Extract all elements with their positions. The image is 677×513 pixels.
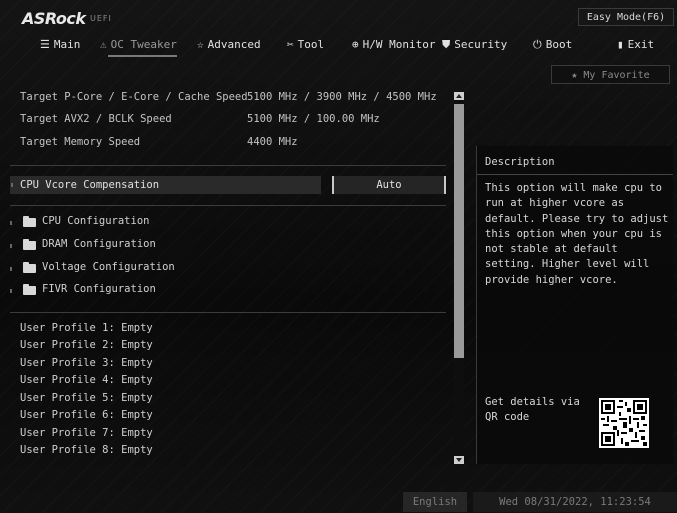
language-selector[interactable]: English [403,492,467,512]
tab-oc-tweaker[interactable]: ⚠ OC Tweaker [100,36,177,58]
oc-icon: ⚠ [100,38,107,51]
info-label: Target P-Core / E-Core / Cache Speed [20,91,248,103]
description-divider [477,174,673,175]
description-panel: Description This option will make cpu to… [476,146,673,464]
tab-hw-monitor-label: H/W Monitor [362,38,436,51]
tab-security[interactable]: ⛊ Security [442,36,507,58]
folder-label: FIVR Configuration [42,283,156,295]
star-icon: ☆ [197,38,204,51]
info-label: Target Memory Speed [20,136,141,148]
tool-icon: ✂ [287,38,294,51]
my-favorite-button[interactable]: ★ My Favorite [551,65,670,84]
vcore-compensation-text: CPU Vcore Compensation [20,179,160,191]
monitor-icon: ⊕ [352,38,359,51]
scroll-up-arrow-icon[interactable] [454,92,464,100]
folder-icon [23,239,36,250]
info-row-memory-speed: Target Memory Speed 4400 MHz [20,136,298,152]
user-profile-1[interactable]: User Profile 1: Empty [20,322,153,338]
tab-oc-tweaker-label: OC Tweaker [110,38,177,51]
my-favorite-label: My Favorite [583,70,650,81]
user-profile-4[interactable]: User Profile 4: Empty [20,374,153,390]
folder-icon [23,262,36,273]
description-text: This option will make cpu to run at high… [485,182,669,286]
uefi-label: UEFI [90,14,112,23]
list-icon: ☰ [40,38,50,51]
tab-exit[interactable]: ▮ Exit [617,36,654,58]
user-profile-8[interactable]: User Profile 8: Empty [20,444,153,460]
description-title: Description [485,156,555,168]
row-marker [10,221,12,225]
folder-icon [23,216,36,227]
tab-advanced[interactable]: ☆ Advanced [197,36,261,58]
scrollbar[interactable] [454,92,464,464]
tab-tool[interactable]: ✂ Tool [287,36,324,58]
row-marker [10,244,12,248]
scroll-down-arrow-icon[interactable] [454,456,464,464]
user-profile-5[interactable]: User Profile 5: Empty [20,392,153,408]
folder-label: CPU Configuration [42,215,150,227]
qr-code-icon [599,398,649,448]
vcore-compensation-label[interactable]: CPU Vcore Compensation [10,176,321,194]
info-value: 5100 MHz / 3900 MHz / 4500 MHz [247,91,437,103]
user-profile-3[interactable]: User Profile 3: Empty [20,357,153,373]
folder-label: Voltage Configuration [42,261,175,273]
asrock-logo: ASRock [22,9,86,28]
row-marker [10,289,12,293]
datetime-display: Wed 08/31/2022, 11:23:54 [473,492,677,512]
main-menu: ☰ Main ⚠ OC Tweaker ☆ Advanced ✂ Tool ⊕ H/W M… [0,36,677,58]
favorite-star-icon: ★ [571,70,578,81]
exit-icon: ▮ [617,38,624,51]
divider [10,312,446,313]
tab-exit-label: Exit [627,38,655,51]
folder-icon [23,284,36,295]
info-value: 5100 MHz / 100.00 MHz [247,113,380,125]
info-value: 4400 MHz [247,136,298,148]
tab-hw-monitor[interactable]: ⊕ H/W Monitor [352,36,435,58]
shield-icon: ⛊ [442,38,451,51]
divider [10,165,446,166]
tab-boot-label: Boot [545,38,573,51]
divider [10,205,446,206]
easy-mode-button[interactable]: Easy Mode(F6) [578,8,674,26]
info-label: Target AVX2 / BCLK Speed [20,113,172,125]
row-marker [11,183,13,187]
header: ASRock UEFI Easy Mode(F6) ☰ Main ⚠ OC Twea… [0,0,677,62]
user-profile-7[interactable]: User Profile 7: Empty [20,427,153,443]
tab-tool-label: Tool [297,38,325,51]
tab-main[interactable]: ☰ Main [40,36,80,58]
scroll-thumb[interactable] [454,104,464,358]
tab-advanced-label: Advanced [207,38,261,51]
vcore-compensation-row[interactable]: CPU Vcore Compensation Auto [10,176,446,194]
info-row-avx2-bclk: Target AVX2 / BCLK Speed 5100 MHz / 100.… [20,113,380,129]
vcore-compensation-select[interactable]: Auto [332,176,446,194]
tab-security-label: Security [454,38,508,51]
qr-label: Get details via QR code [485,396,580,423]
power-icon: ⏻ [533,38,542,51]
info-row-core-speed: Target P-Core / E-Core / Cache Speed 510… [20,91,437,107]
user-profile-6[interactable]: User Profile 6: Empty [20,409,153,425]
tab-main-label: Main [53,38,81,51]
user-profile-2[interactable]: User Profile 2: Empty [20,339,153,355]
tab-boot[interactable]: ⏻ Boot [533,36,572,58]
folder-label: DRAM Configuration [42,238,156,250]
active-tab-underline [108,55,177,57]
row-marker [10,267,12,271]
